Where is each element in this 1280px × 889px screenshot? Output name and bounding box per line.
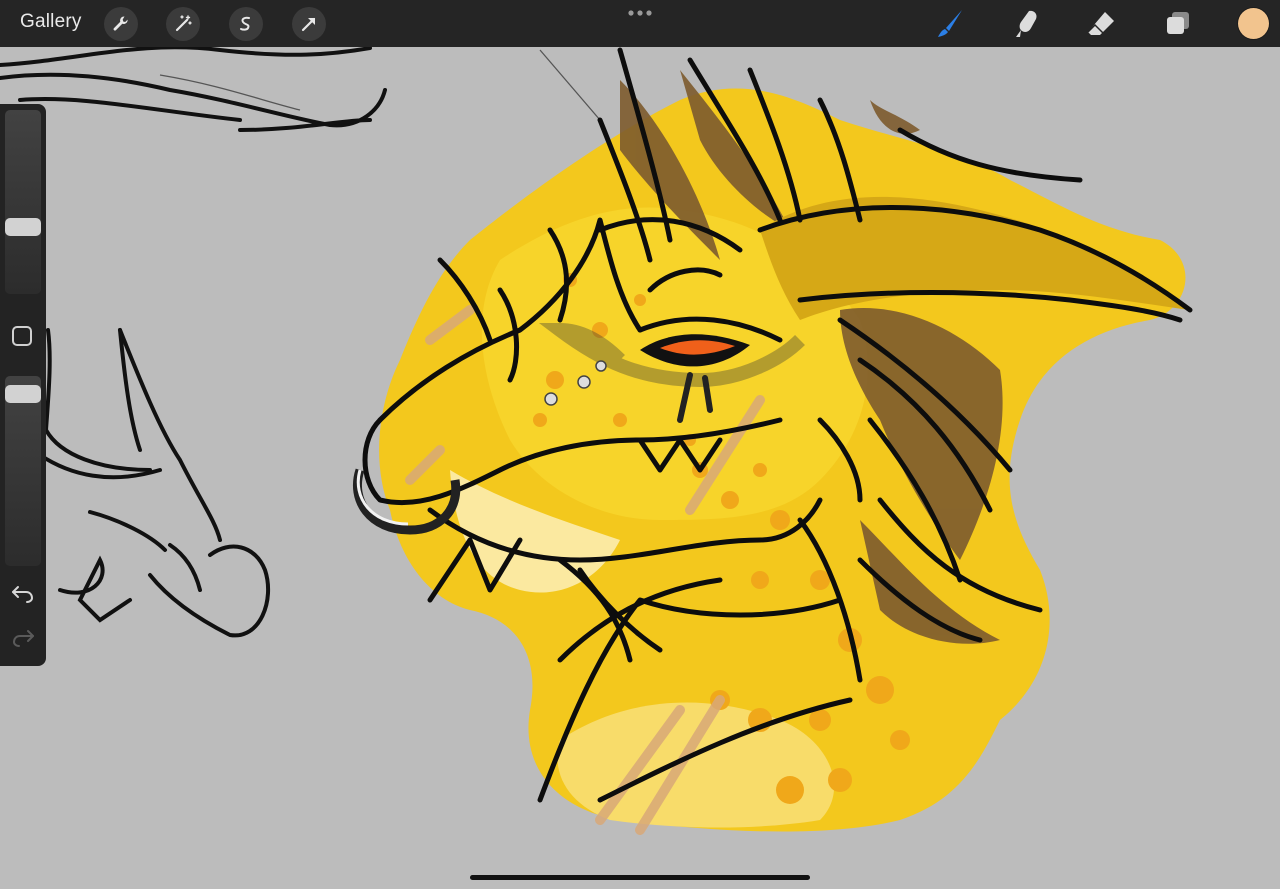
dragon-head-artwork	[0, 47, 1193, 835]
drawing-canvas[interactable]	[0, 47, 1280, 889]
home-indicator	[470, 875, 810, 880]
actions-wrench-icon[interactable]	[104, 7, 138, 41]
undo-arrow-icon[interactable]	[10, 582, 36, 604]
brush-size-slider[interactable]	[5, 110, 41, 294]
color-picker-swatch[interactable]	[1238, 8, 1269, 39]
eraser-icon[interactable]	[1083, 6, 1119, 42]
opacity-slider[interactable]	[5, 376, 41, 566]
smudge-icon[interactable]	[1009, 6, 1045, 42]
brush-icon[interactable]	[932, 6, 968, 42]
left-sidebar	[0, 104, 46, 666]
top-toolbar: Gallery	[0, 0, 1280, 47]
modify-square-icon[interactable]	[12, 326, 32, 346]
adjustments-wand-icon[interactable]	[166, 7, 200, 41]
selection-icon[interactable]	[229, 7, 263, 41]
redo-arrow-icon[interactable]	[10, 626, 36, 648]
opacity-handle[interactable]	[5, 384, 41, 403]
more-options-icon[interactable]	[626, 8, 654, 18]
layers-icon[interactable]	[1160, 6, 1196, 42]
transform-arrow-icon[interactable]	[292, 7, 326, 41]
gallery-button[interactable]: Gallery	[20, 11, 82, 33]
brush-size-handle[interactable]	[5, 217, 41, 236]
